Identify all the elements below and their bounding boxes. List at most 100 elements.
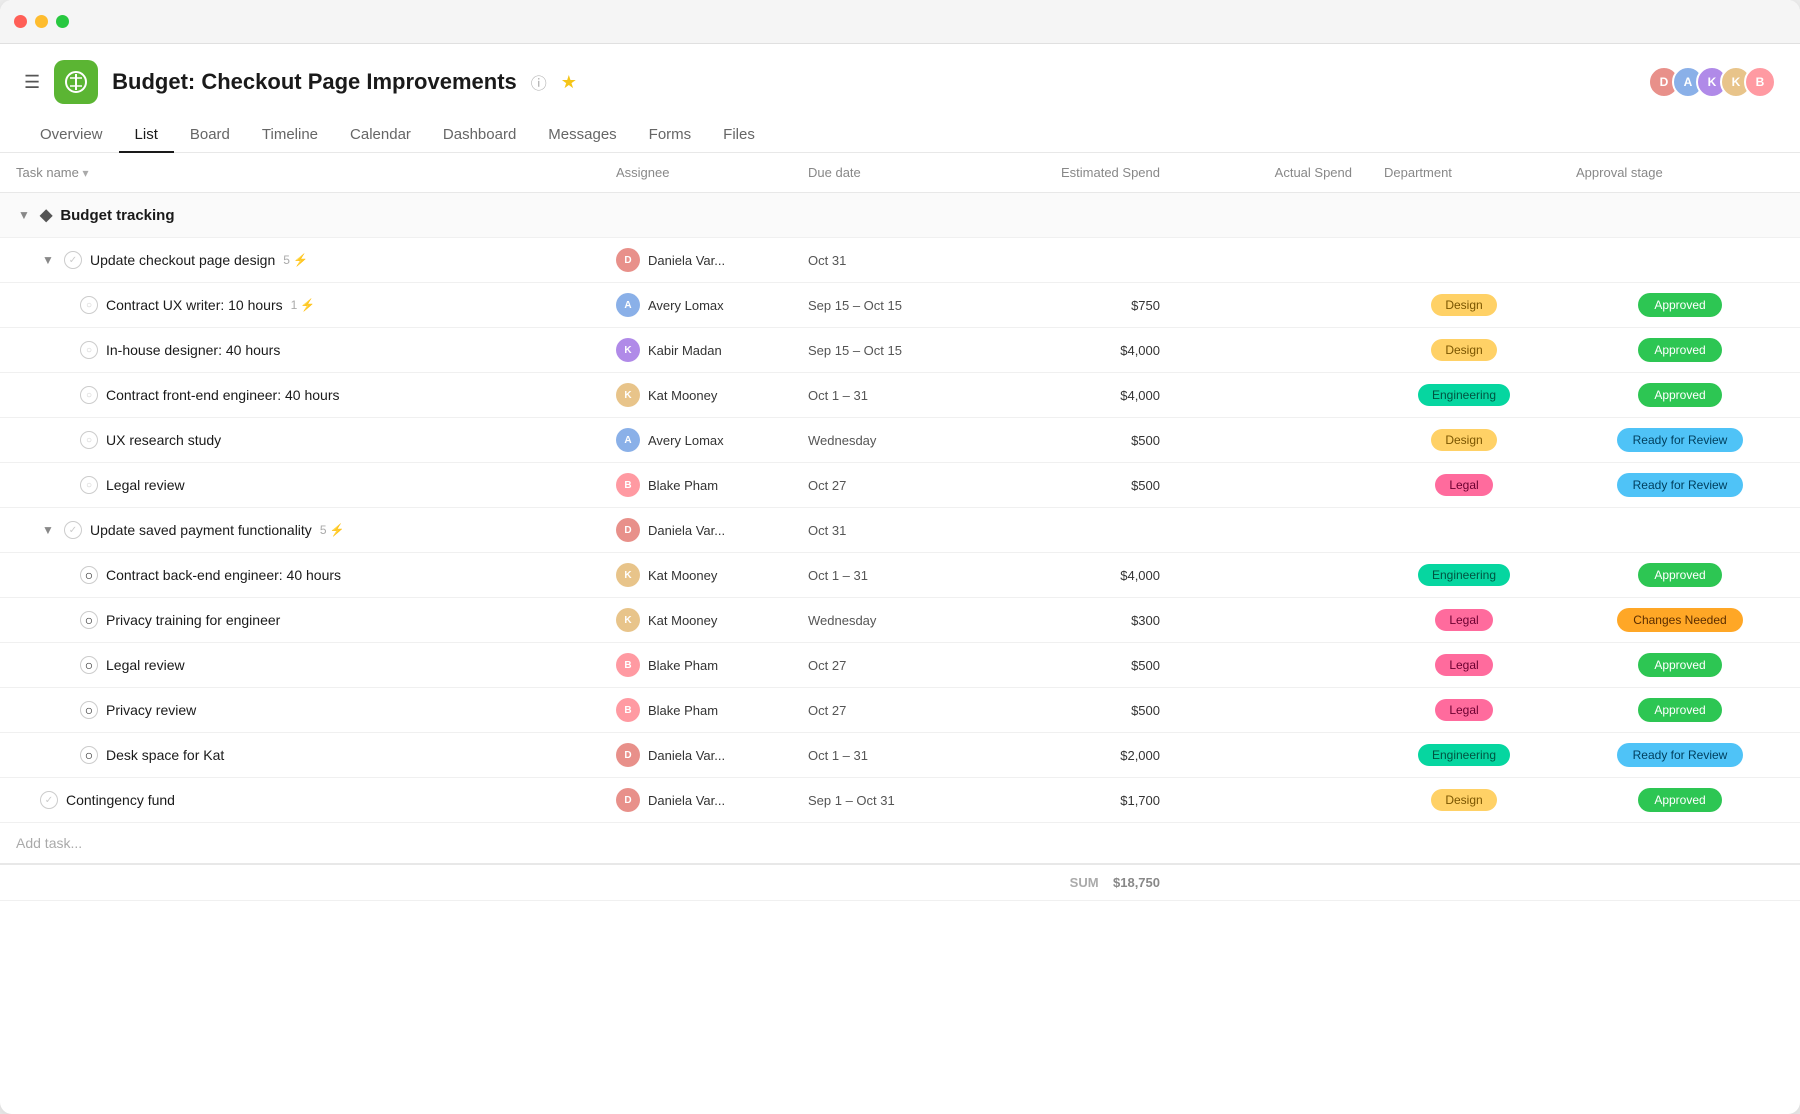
task-check-t9[interactable]: ○ [80, 701, 98, 719]
task-name-group-t8: ○ Legal review [16, 656, 584, 674]
header-left: ☰ Budget: Checkout Page Improvements ⓘ ★ [24, 60, 577, 104]
task-name-cell-t5: ○ Legal review [0, 463, 600, 508]
group-collapse-checkout[interactable]: ▼ [40, 252, 56, 268]
titlebar [0, 0, 1800, 44]
dept-tt1: Design [1368, 778, 1560, 823]
col-header-actual: Actual Spend [1176, 153, 1368, 193]
group-name-checkout: Update checkout page design [90, 252, 275, 268]
actual-tt1 [1176, 778, 1368, 823]
task-check-checkout[interactable]: ✓ [64, 251, 82, 269]
task-name-t5: Legal review [106, 477, 185, 493]
tab-dashboard[interactable]: Dashboard [427, 118, 532, 153]
dept-t2: Design [1368, 328, 1560, 373]
task-name-group-t9: ○ Privacy review [16, 701, 584, 719]
table-header-row: Task name ▾ Assignee Due date Estimated … [0, 153, 1800, 193]
task-check-t2[interactable]: ○ [80, 341, 98, 359]
maximize-dot[interactable] [56, 15, 69, 28]
add-task-cell[interactable]: Add task... [0, 823, 1800, 865]
sum-empty5 [1368, 864, 1560, 901]
task-check-t1[interactable]: ○ [80, 296, 98, 314]
estimated-t7: $300 [984, 598, 1176, 643]
duedate-t9: Oct 27 [792, 688, 984, 733]
assignee-cell-t2: K Kabir Madan [600, 328, 792, 373]
task-check-t3[interactable]: ○ [80, 386, 98, 404]
actual-t7 [1176, 598, 1368, 643]
estimated-t6: $4,000 [984, 553, 1176, 598]
duedate-t4: Wednesday [792, 418, 984, 463]
task-check-tt1[interactable]: ✓ [40, 791, 58, 809]
assignee-cell-t7: K Kat Mooney [600, 598, 792, 643]
star-icon[interactable]: ★ [561, 72, 577, 93]
estimated-t5: $500 [984, 463, 1176, 508]
tab-overview[interactable]: Overview [24, 118, 119, 153]
task-check-t8[interactable]: ○ [80, 656, 98, 674]
sum-empty4 [1176, 864, 1368, 901]
table-row: ○ Privacy review B Blake Pham Oct 27 $50… [0, 688, 1800, 733]
task-name-cell-t8: ○ Legal review [0, 643, 600, 688]
table-row: ○ Legal review B Blake Pham Oct 27 $500 [0, 463, 1800, 508]
task-check-t6[interactable]: ○ [80, 566, 98, 584]
tab-forms[interactable]: Forms [633, 118, 708, 153]
assignee-avatar-t8: B [616, 653, 640, 677]
dept-t6: Engineering [1368, 553, 1560, 598]
approval-t5: Ready for Review [1560, 463, 1800, 508]
group-name-group-payment: ▼ ✓ Update saved payment functionality 5… [16, 521, 584, 539]
col-header-estimated: Estimated Spend [984, 153, 1176, 193]
group-approval-checkout [1560, 238, 1800, 283]
task-name-group-t3: ○ Contract front-end engineer: 40 hours [16, 386, 584, 404]
actual-t8 [1176, 643, 1368, 688]
group-taskname-payment: ▼ ✓ Update saved payment functionality 5… [0, 508, 600, 553]
col-header-approval: Approval stage [1560, 153, 1800, 193]
tab-messages[interactable]: Messages [532, 118, 632, 153]
task-check-t5[interactable]: ○ [80, 476, 98, 494]
tab-board[interactable]: Board [174, 118, 246, 153]
task-name-tt1: Contingency fund [66, 792, 175, 808]
approval-badge-t7: Changes Needed [1617, 608, 1742, 632]
task-check-t10[interactable]: ○ [80, 746, 98, 764]
approval-badge-t9: Approved [1638, 698, 1721, 722]
tab-timeline[interactable]: Timeline [246, 118, 334, 153]
col-header-taskname[interactable]: Task name ▾ [0, 153, 600, 193]
app-header: ☰ Budget: Checkout Page Improvements ⓘ ★… [0, 44, 1800, 153]
assignee-avatar-t5: B [616, 473, 640, 497]
assignee-avatar-t9: B [616, 698, 640, 722]
task-check-t7[interactable]: ○ [80, 611, 98, 629]
assignee-avatar-t6: K [616, 563, 640, 587]
section-collapse-icon[interactable]: ▼ [16, 207, 32, 223]
table-row: ○ Legal review B Blake Pham Oct 27 $500 [0, 643, 1800, 688]
assignee-cell-t9: B Blake Pham [600, 688, 792, 733]
task-check-t4[interactable]: ○ [80, 431, 98, 449]
taskname-dropdown-icon[interactable]: ▾ [83, 166, 89, 180]
col-header-assignee: Assignee [600, 153, 792, 193]
dept-tag-t10: Engineering [1418, 744, 1510, 766]
add-task-row[interactable]: Add task... [0, 823, 1800, 865]
actual-t5 [1176, 463, 1368, 508]
tab-calendar[interactable]: Calendar [334, 118, 427, 153]
group-actual-checkout [1176, 238, 1368, 283]
menu-icon[interactable]: ☰ [24, 72, 40, 93]
assignee-cell-tt1: D Daniela Var... [600, 778, 792, 823]
tab-list[interactable]: List [119, 118, 174, 153]
close-dot[interactable] [14, 15, 27, 28]
actual-t1 [1176, 283, 1368, 328]
group-duedate-checkout: Oct 31 [792, 238, 984, 283]
group-collapse-payment[interactable]: ▼ [40, 522, 56, 538]
task-check-payment[interactable]: ✓ [64, 521, 82, 539]
actual-t9 [1176, 688, 1368, 733]
dept-t4: Design [1368, 418, 1560, 463]
dept-t7: Legal [1368, 598, 1560, 643]
dept-t5: Legal [1368, 463, 1560, 508]
actual-t6 [1176, 553, 1368, 598]
approval-t7: Changes Needed [1560, 598, 1800, 643]
tab-files[interactable]: Files [707, 118, 771, 153]
actual-t2 [1176, 328, 1368, 373]
app-window: ☰ Budget: Checkout Page Improvements ⓘ ★… [0, 0, 1800, 1114]
minimize-dot[interactable] [35, 15, 48, 28]
group-taskname-checkout: ▼ ✓ Update checkout page design 5 ⚡ [0, 238, 600, 283]
dept-tag-t9: Legal [1435, 699, 1492, 721]
add-task-label[interactable]: Add task... [16, 835, 82, 851]
group-actual-payment [1176, 508, 1368, 553]
task-name-group-t1: ○ Contract UX writer: 10 hours 1⚡ [16, 296, 584, 314]
info-icon[interactable]: ⓘ [531, 70, 547, 94]
assignee-avatar-daniela: D [616, 248, 640, 272]
